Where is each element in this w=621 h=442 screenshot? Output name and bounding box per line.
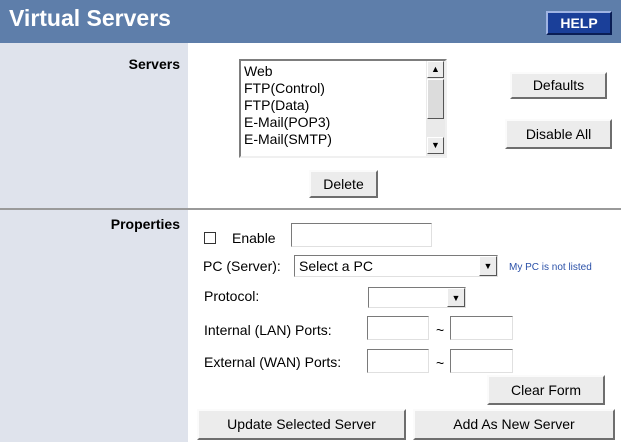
- scroll-up-icon[interactable]: ▲: [427, 61, 444, 78]
- chevron-down-icon[interactable]: ▼: [479, 256, 497, 276]
- page-title: Virtual Servers: [9, 5, 171, 31]
- pc-select-value: Select a PC: [299, 258, 373, 274]
- listbox-scrollbar[interactable]: ▲ ▼: [426, 61, 445, 156]
- list-item[interactable]: Web: [244, 63, 273, 80]
- pc-server-select[interactable]: Select a PC ▼: [294, 255, 498, 277]
- external-ports-label: External (WAN) Ports:: [204, 354, 342, 370]
- defaults-button[interactable]: Defaults: [510, 72, 607, 99]
- internal-port-start-input[interactable]: [367, 316, 429, 340]
- pc-server-label: PC (Server):: [203, 258, 281, 274]
- help-button[interactable]: HELP: [546, 11, 612, 35]
- properties-section-label: Properties: [110, 216, 180, 232]
- external-port-end-input[interactable]: [450, 349, 513, 373]
- enable-checkbox[interactable]: [204, 232, 216, 244]
- internal-port-end-input[interactable]: [450, 316, 513, 340]
- list-item[interactable]: E-Mail(SMTP): [244, 131, 332, 148]
- enable-label: Enable: [232, 230, 276, 246]
- scrollbar-thumb[interactable]: [427, 79, 444, 119]
- clear-form-button[interactable]: Clear Form: [487, 375, 605, 405]
- servers-section-label: Servers: [128, 56, 180, 72]
- port-range-separator: ~: [436, 355, 445, 371]
- update-selected-server-button[interactable]: Update Selected Server: [197, 409, 406, 440]
- delete-button[interactable]: Delete: [309, 170, 378, 198]
- my-pc-not-listed-link[interactable]: My PC is not listed: [509, 262, 592, 273]
- servers-listbox[interactable]: Web FTP(Control) FTP(Data) E-Mail(POP3) …: [239, 59, 447, 158]
- list-item[interactable]: E-Mail(POP3): [244, 114, 330, 131]
- server-name-input[interactable]: [291, 223, 432, 247]
- disable-all-button[interactable]: Disable All: [505, 119, 612, 149]
- external-port-start-input[interactable]: [367, 349, 429, 373]
- list-item[interactable]: FTP(Data): [244, 97, 309, 114]
- internal-ports-label: Internal (LAN) Ports:: [204, 322, 332, 338]
- list-item[interactable]: FTP(Control): [244, 80, 325, 97]
- label-column: [0, 43, 188, 442]
- protocol-select[interactable]: ▼: [368, 287, 466, 308]
- protocol-label: Protocol:: [204, 288, 260, 304]
- scroll-down-icon[interactable]: ▼: [427, 137, 444, 154]
- section-divider: [0, 208, 621, 210]
- port-range-separator: ~: [436, 322, 445, 338]
- chevron-down-icon[interactable]: ▼: [447, 288, 465, 307]
- add-as-new-server-button[interactable]: Add As New Server: [413, 409, 615, 440]
